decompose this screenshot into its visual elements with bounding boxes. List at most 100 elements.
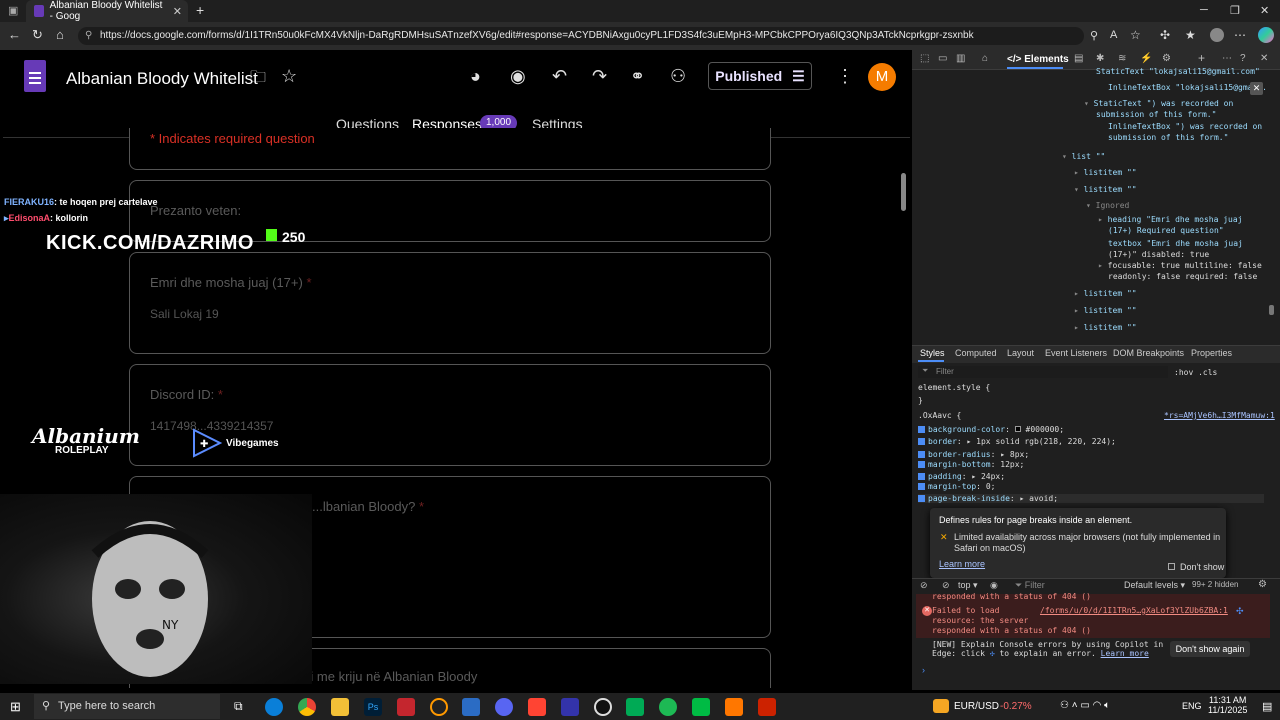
chrome-app-icon[interactable]: [298, 698, 316, 716]
more-options-icon[interactable]: ⋮: [836, 66, 854, 87]
favorites-icon[interactable]: ★: [1185, 28, 1196, 42]
dont-show-checkbox[interactable]: [1168, 563, 1175, 570]
move-folder-icon[interactable]: 🗀: [250, 66, 266, 93]
zoom-icon[interactable]: ⚲: [1090, 29, 1098, 42]
tree-node[interactable]: ▸ heading "Emri dhe mosha juaj: [1098, 215, 1243, 224]
more-tabs-icon[interactable]: +: [1198, 51, 1205, 65]
address-input[interactable]: ⚲ https://docs.google.com/forms/d/1I1TRn…: [78, 27, 1084, 45]
console-filter-input[interactable]: ⏷ Filter: [1015, 580, 1045, 591]
close-window-icon[interactable]: ✕: [1260, 4, 1269, 17]
tree-node[interactable]: InlineTextBox "lokajsali15@gmail.: [1108, 83, 1267, 92]
css-property-row[interactable]: border: ▸ 1px solid rgb(218, 220, 224);: [918, 437, 1116, 446]
tree-node[interactable]: ▸ listitem "": [1074, 289, 1137, 298]
refresh-icon[interactable]: ↻: [32, 27, 43, 43]
help-icon[interactable]: ?: [1240, 53, 1246, 64]
system-tray-icons[interactable]: ⚇ ˄ ▭ ◠ 🔈︎: [1060, 700, 1110, 711]
tree-node[interactable]: ▸ listitem "": [1074, 306, 1137, 315]
language-indicator[interactable]: ENG: [1182, 701, 1202, 711]
app-icon[interactable]: [528, 698, 546, 716]
currency-pair[interactable]: EUR/USD: [954, 701, 999, 712]
tree-node[interactable]: ▾ list "": [1062, 152, 1105, 161]
obs-icon[interactable]: [594, 698, 612, 716]
taskbar-clock[interactable]: 11:31 AM 11/1/2025: [1208, 695, 1247, 715]
spotify-icon[interactable]: [659, 698, 677, 716]
extensions-icon[interactable]: ✣: [1160, 28, 1170, 42]
tree-node[interactable]: textbox "Emri dhe mosha juaj: [1108, 239, 1243, 248]
home-icon[interactable]: ⌂: [56, 27, 64, 42]
tab-elements[interactable]: </> Elements: [1007, 54, 1069, 65]
form-title[interactable]: Albanian Bloody Whitelist: [66, 69, 258, 89]
css-property-row[interactable]: margin-top: 0;: [918, 482, 995, 491]
app-icon[interactable]: [626, 698, 644, 716]
tab-layout[interactable]: Layout: [1007, 348, 1034, 358]
tree-node[interactable]: ▸ listitem "": [1074, 168, 1137, 177]
star-icon[interactable]: ☆: [281, 66, 297, 87]
console-learn-more-link[interactable]: Learn more: [1101, 649, 1149, 658]
profile-icon[interactable]: [1210, 28, 1224, 42]
css-property-row-hovered[interactable]: page-break-inside: ▸ avoid;: [918, 494, 1264, 503]
welcome-home-icon[interactable]: ⌂: [982, 53, 988, 64]
favorite-star-icon[interactable]: ☆: [1130, 28, 1141, 42]
tab-event-listeners[interactable]: Event Listeners: [1045, 348, 1107, 358]
sources-icon[interactable]: ✱: [1096, 53, 1104, 64]
app-icon[interactable]: [758, 698, 776, 716]
back-icon[interactable]: ←: [8, 27, 21, 42]
tree-node[interactable]: ▾ listitem "": [1074, 185, 1137, 194]
block-icon[interactable]: ⊘: [942, 580, 950, 591]
tree-scrollbar[interactable]: [1269, 305, 1274, 315]
copy-link-icon[interactable]: ⚭: [630, 66, 645, 87]
styles-filter-input[interactable]: Filter: [918, 366, 1168, 378]
css-property-row[interactable]: background-color: #000000;: [918, 425, 1064, 434]
new-tab-icon[interactable]: +: [196, 2, 204, 18]
close-devtools-icon[interactable]: ✕: [1260, 53, 1268, 64]
taskbar-search-input[interactable]: ⚲ Type here to search: [34, 694, 220, 719]
blender-icon[interactable]: [430, 698, 448, 716]
google-forms-logo-icon[interactable]: [24, 60, 46, 92]
console-settings-icon[interactable]: ⚙: [1258, 579, 1267, 590]
app-icon[interactable]: [725, 698, 743, 716]
site-info-icon[interactable]: ⚲: [85, 27, 92, 45]
dont-show-label[interactable]: Don't show: [1180, 562, 1224, 572]
task-view-icon[interactable]: ⧉: [234, 699, 243, 714]
console-prompt-icon[interactable]: ›: [922, 665, 925, 675]
photoshop-icon[interactable]: Ps: [364, 698, 382, 716]
read-aloud-icon[interactable]: A: [1110, 29, 1117, 41]
page-scrollbar[interactable]: [901, 173, 906, 211]
log-levels-select[interactable]: Default levels ▾: [1124, 580, 1185, 591]
redo-icon[interactable]: ↷: [592, 66, 607, 87]
app-icon[interactable]: [692, 698, 710, 716]
live-expression-eye-icon[interactable]: ◉: [990, 580, 998, 591]
add-collaborator-icon[interactable]: ⚇: [670, 66, 686, 87]
tab-styles[interactable]: Styles: [920, 348, 945, 358]
undo-icon[interactable]: ↶: [552, 66, 567, 87]
tree-node[interactable]: ▾ Ignored: [1086, 201, 1129, 210]
rule-source-link[interactable]: *rs=AMjVe6h…I3MfMamuw:1: [1164, 411, 1275, 420]
css-property-row[interactable]: padding: ▸ 24px;: [918, 472, 1005, 481]
inspect-icon[interactable]: ⬚: [920, 53, 929, 64]
app-icon[interactable]: [561, 698, 579, 716]
store-icon[interactable]: [462, 698, 480, 716]
notifications-icon[interactable]: ▤: [1262, 700, 1272, 713]
app-icon[interactable]: [397, 698, 415, 716]
edge-app-icon[interactable]: [265, 698, 283, 716]
clear-console-icon[interactable]: ⊘: [920, 580, 928, 591]
css-property-row[interactable]: border-radius: ▸ 8px;: [918, 450, 1029, 459]
discord-icon[interactable]: [495, 698, 513, 716]
close-overlay-icon[interactable]: ✕: [1250, 82, 1263, 95]
settings-gear-icon[interactable]: ⚙: [1162, 53, 1171, 64]
context-select[interactable]: top ▾: [958, 580, 978, 591]
minimize-icon[interactable]: ─: [1200, 4, 1208, 16]
tab-dom-breakpoints[interactable]: DOM Breakpoints: [1113, 348, 1184, 358]
issues-counter[interactable]: 99+ 2 hidden: [1192, 580, 1239, 589]
console-error-source-link[interactable]: /forms/u/0/d/1I1TRn5…gXaLof3YlZUb6ZBA:1: [1040, 606, 1228, 615]
windows-start-icon[interactable]: ⊞: [10, 699, 21, 715]
preview-eye-icon[interactable]: ◉: [510, 66, 526, 87]
tree-node[interactable]: StaticText "lokajsali15@gmail.com": [1096, 67, 1260, 76]
network-icon[interactable]: ≋: [1118, 53, 1126, 64]
dont-show-again-button[interactable]: Don't show again: [1170, 641, 1250, 657]
tree-node[interactable]: InlineTextBox ") was recorded on: [1108, 122, 1262, 131]
hov-cls-toggle[interactable]: :hov .cls: [1174, 368, 1217, 377]
customize-icon[interactable]: ⋯: [1222, 53, 1232, 64]
console-tab-icon[interactable]: ▤: [1074, 53, 1083, 64]
close-tab-icon[interactable]: ✕: [173, 5, 182, 18]
